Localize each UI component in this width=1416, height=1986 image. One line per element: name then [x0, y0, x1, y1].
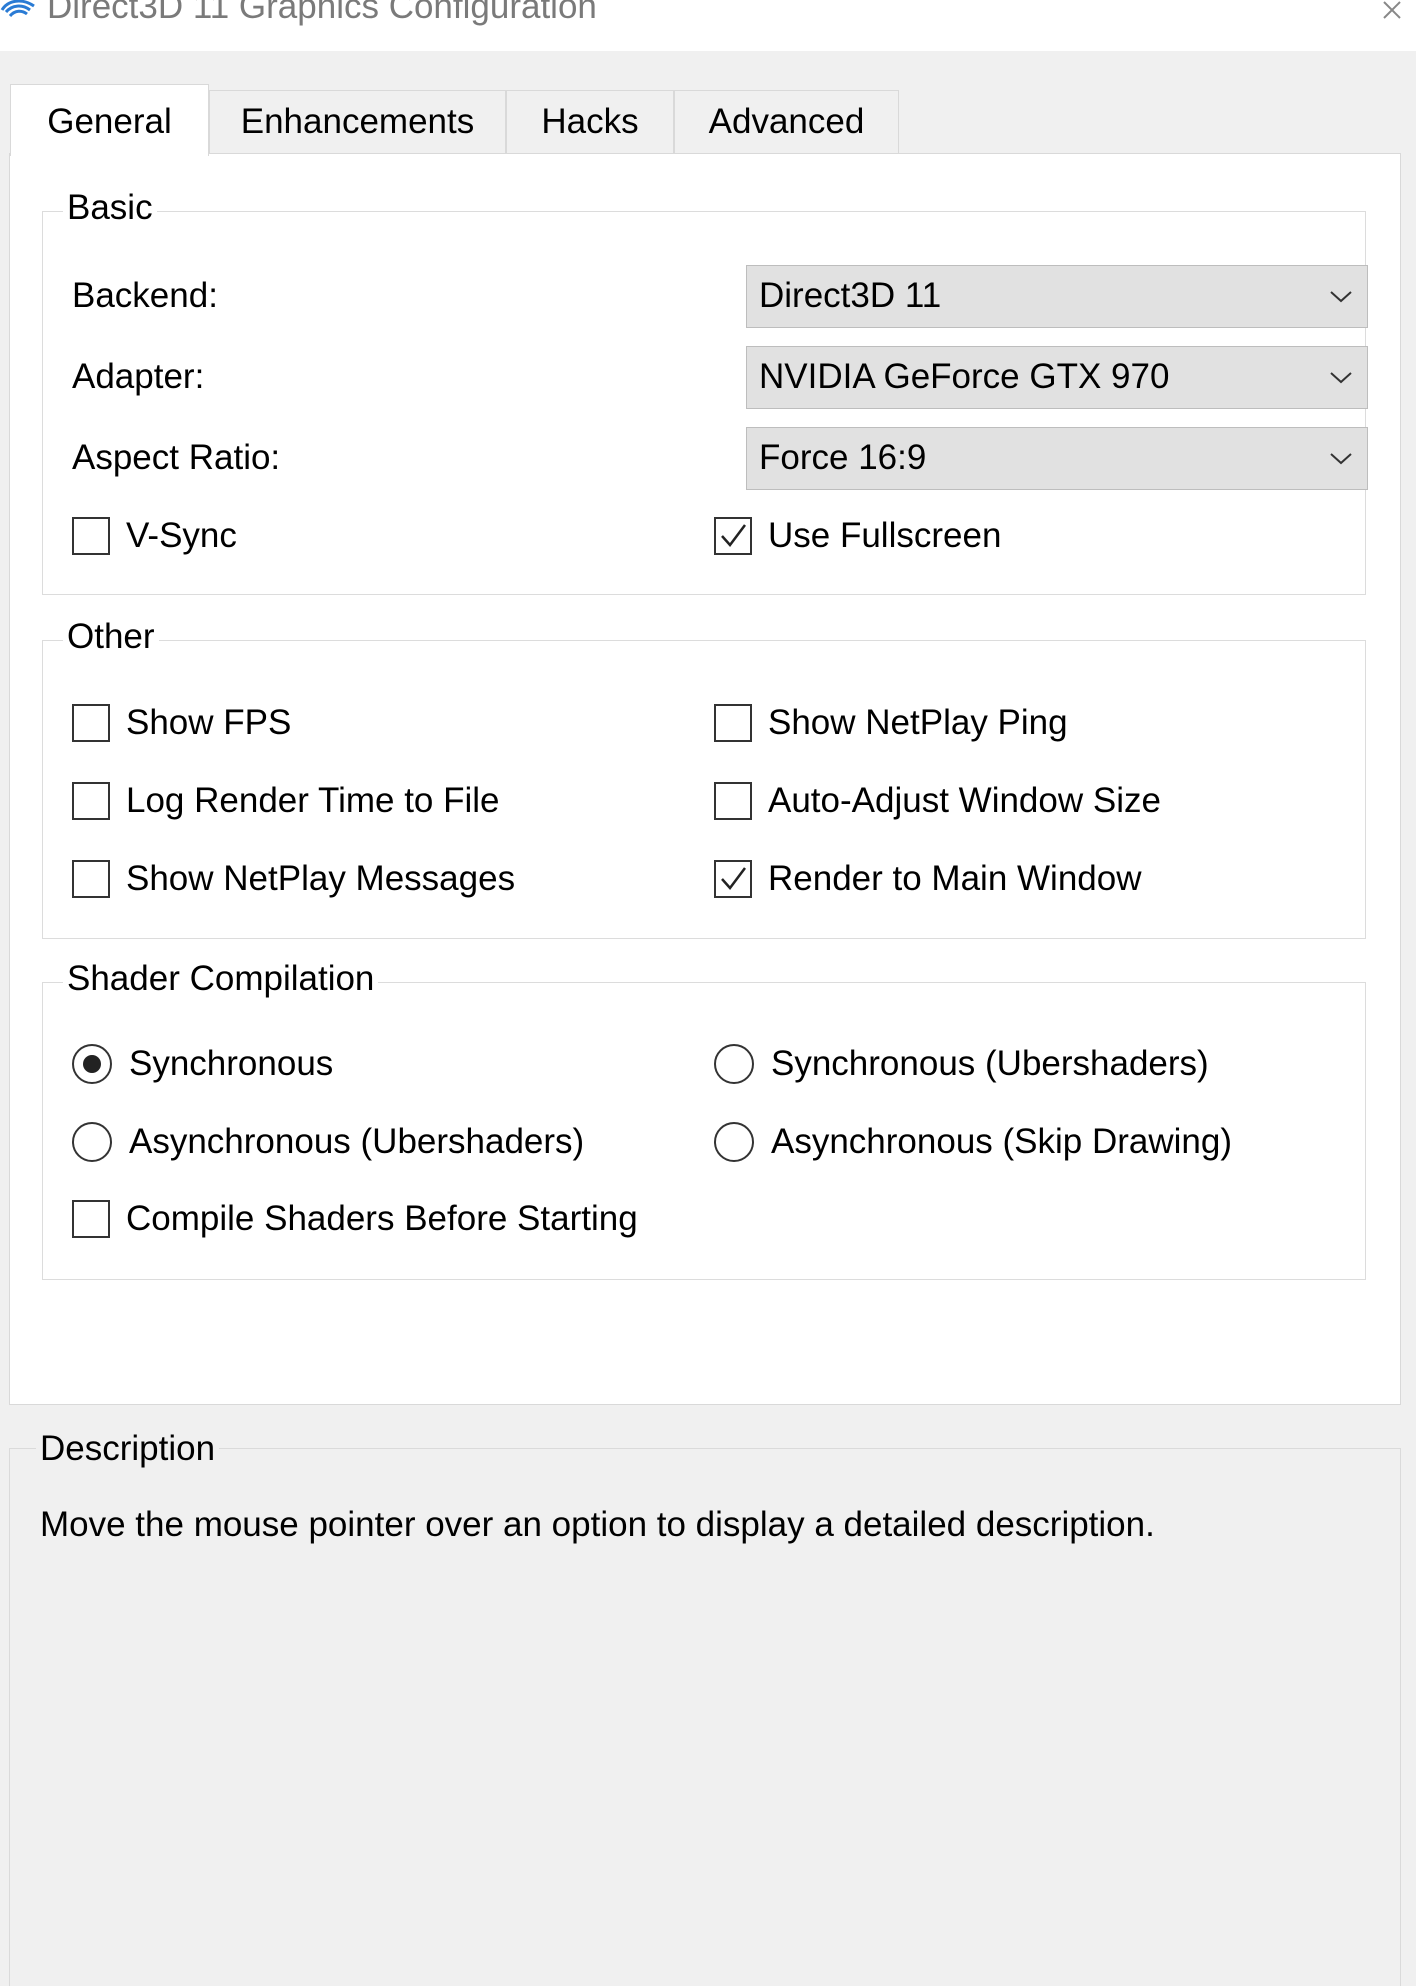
- title-bar: Direct3D 11 Graphics Configuration: [0, 0, 1416, 51]
- radio-selected-dot: [83, 1055, 101, 1073]
- backend-value: Direct3D 11: [759, 276, 942, 315]
- vsync-label: V-Sync: [126, 516, 237, 555]
- aspect-ratio-label: Aspect Ratio:: [72, 438, 281, 477]
- close-button[interactable]: [1358, 0, 1416, 40]
- checkbox-box: [72, 782, 110, 820]
- checkmark-icon: [721, 524, 746, 547]
- other-group-title: Other: [63, 617, 159, 657]
- radio-circle: [72, 1122, 112, 1162]
- show-netplay-ping-label: Show NetPlay Ping: [768, 703, 1068, 742]
- show-fps-label: Show FPS: [126, 703, 292, 742]
- description-text: Move the mouse pointer over an option to…: [40, 1505, 1155, 1544]
- dolphin-icon: [0, 0, 35, 18]
- graphics-config-window: Direct3D 11 Graphics Configuration Gener…: [0, 0, 1416, 1986]
- chevron-down-icon: [1330, 372, 1352, 384]
- tab-enhancements[interactable]: Enhancements: [209, 90, 506, 154]
- adapter-select[interactable]: NVIDIA GeForce GTX 970: [746, 346, 1368, 409]
- checkbox-box: [714, 860, 752, 898]
- backend-label: Backend:: [72, 276, 218, 315]
- auto-adjust-window-label: Auto-Adjust Window Size: [768, 781, 1161, 820]
- adapter-label: Adapter:: [72, 357, 205, 396]
- checkbox-box: [714, 704, 752, 742]
- chevron-down-icon: [1330, 291, 1352, 303]
- general-panel: Basic Backend: Direct3D 11 Adapter: NVID…: [9, 153, 1401, 1405]
- compile-shaders-before-starting-label: Compile Shaders Before Starting: [126, 1199, 638, 1238]
- window-title: Direct3D 11 Graphics Configuration: [47, 0, 597, 26]
- checkbox-box: [72, 704, 110, 742]
- shader-compilation-group: Shader Compilation Synchronous Synchrono…: [42, 959, 1366, 1280]
- checkmark-icon: [721, 867, 746, 890]
- tab-general[interactable]: General: [10, 84, 209, 156]
- render-to-main-window-label: Render to Main Window: [768, 859, 1142, 898]
- checkbox-box: [714, 782, 752, 820]
- other-group: Other Show FPS Show NetPlay Ping Log Ren…: [42, 617, 1366, 939]
- radio-circle: [714, 1122, 754, 1162]
- adapter-value: NVIDIA GeForce GTX 970: [759, 357, 1170, 396]
- shader-compilation-title: Shader Compilation: [63, 959, 379, 999]
- asynchronous-ubershaders-label: Asynchronous (Ubershaders): [129, 1122, 585, 1161]
- tab-advanced[interactable]: Advanced: [674, 90, 899, 154]
- aspect-ratio-value: Force 16:9: [759, 438, 927, 477]
- show-netplay-messages-label: Show NetPlay Messages: [126, 859, 516, 898]
- use-fullscreen-label: Use Fullscreen: [768, 516, 1002, 555]
- checkbox-box: [72, 517, 110, 555]
- asynchronous-skip-drawing-label: Asynchronous (Skip Drawing): [771, 1122, 1233, 1161]
- log-render-time-label: Log Render Time to File: [126, 781, 500, 820]
- radio-circle: [72, 1044, 112, 1084]
- tab-hacks[interactable]: Hacks: [506, 90, 674, 154]
- checkbox-box: [72, 1200, 110, 1238]
- synchronous-ubershaders-label: Synchronous (Ubershaders): [771, 1044, 1209, 1083]
- checkbox-box: [72, 860, 110, 898]
- basic-group-title: Basic: [63, 188, 157, 228]
- aspect-ratio-select[interactable]: Force 16:9: [746, 427, 1368, 490]
- close-icon: [1383, 1, 1401, 19]
- description-group: Description Move the mouse pointer over …: [9, 1429, 1401, 1986]
- radio-circle: [714, 1044, 754, 1084]
- description-title: Description: [36, 1429, 220, 1469]
- synchronous-label: Synchronous: [129, 1044, 334, 1083]
- basic-group: Basic Backend: Direct3D 11 Adapter: NVID…: [42, 188, 1368, 595]
- checkbox-box: [714, 517, 752, 555]
- chevron-down-icon: [1330, 453, 1352, 465]
- backend-select[interactable]: Direct3D 11: [746, 265, 1368, 328]
